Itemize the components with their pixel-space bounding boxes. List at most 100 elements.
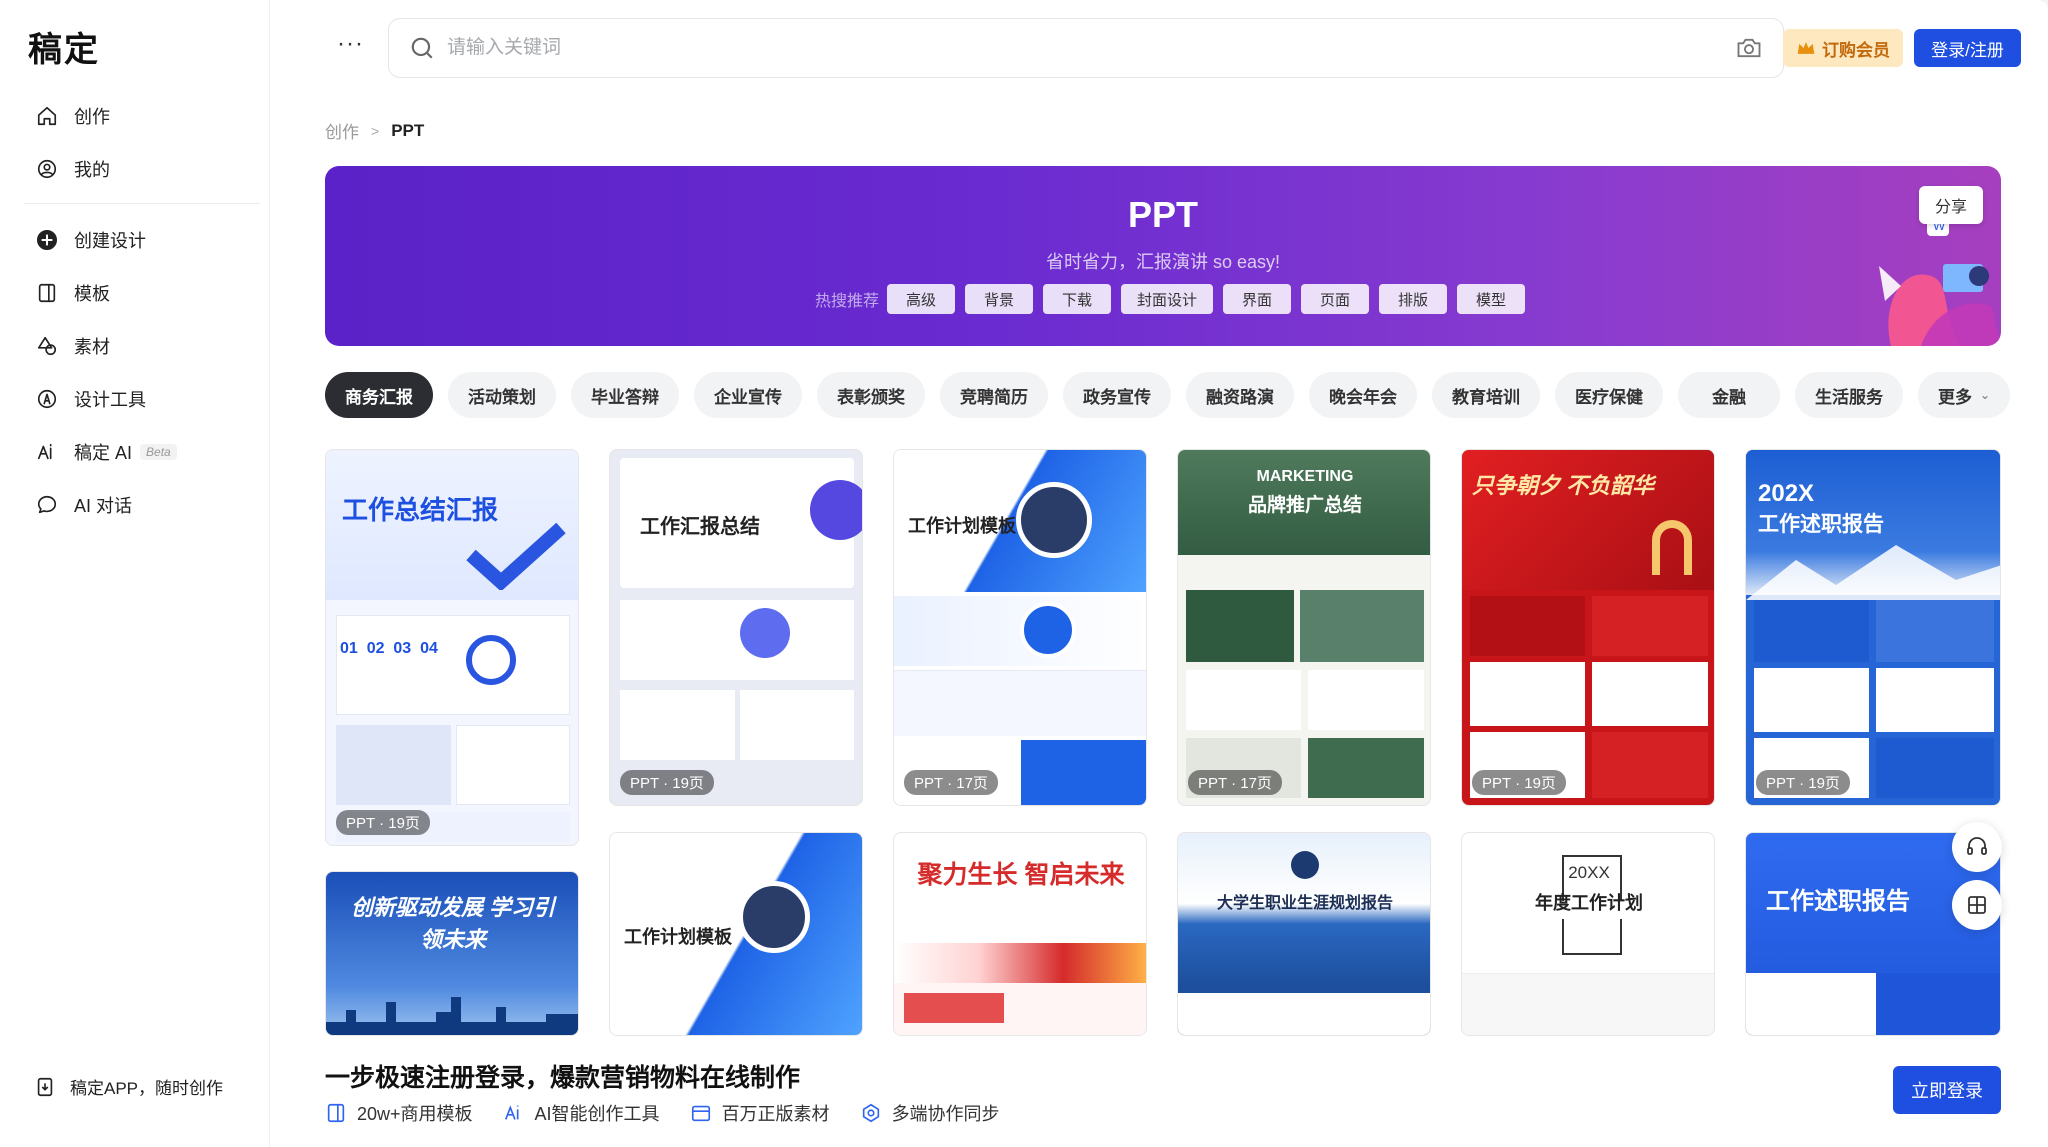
- category-chip[interactable]: 竞聘简历: [940, 372, 1048, 418]
- template-badge: PPT · 17页: [1188, 770, 1282, 795]
- template-card[interactable]: 创新驱动发展 学习引领未来: [325, 871, 579, 1036]
- hero-banner: PPT 省时省力，汇报演讲 so easy! 热搜推荐 高级 背景 下载 封面设…: [325, 166, 2001, 346]
- template-title: 年度工作计划: [1535, 893, 1643, 913]
- category-more-dropdown[interactable]: 更多 ⌄: [1918, 372, 2011, 418]
- promo-feature: 20w+商用模板: [325, 1100, 473, 1126]
- template-card[interactable]: 只争朝夕 不负韶华 PPT · 19页: [1461, 449, 1715, 806]
- sidebar-item-label: 创建设计: [74, 231, 146, 251]
- hot-tag[interactable]: 模型: [1457, 284, 1526, 314]
- app-download-label: 稿定APP，随时创作: [70, 1079, 224, 1098]
- hot-search-row: 热搜推荐 高级 背景 下载 封面设计 界面 页面 排版 模型: [815, 284, 1535, 314]
- hot-tag[interactable]: 高级: [887, 284, 956, 314]
- home-icon: [34, 103, 60, 129]
- sidebar-item-design-tools[interactable]: 设计工具: [24, 375, 260, 423]
- template-title: 品牌推广总结: [1247, 495, 1362, 516]
- category-chip[interactable]: 融资路演: [1186, 372, 1294, 418]
- breadcrumb-root[interactable]: 创作: [325, 118, 359, 143]
- category-chip[interactable]: 教育培训: [1432, 372, 1540, 418]
- headset-icon: [1967, 837, 1987, 855]
- banner-title: PPT: [1127, 194, 1198, 235]
- template-title: 工作述职报告: [1766, 888, 1910, 915]
- promo-feature: 多端协作同步: [860, 1100, 1000, 1126]
- category-chip[interactable]: 生活服务: [1795, 372, 1903, 418]
- template-card[interactable]: 聚力生长 智启未来: [893, 832, 1147, 1036]
- sidebar-item-templates[interactable]: 模板: [24, 269, 260, 317]
- hot-tag[interactable]: 排版: [1379, 284, 1448, 314]
- sidebar-item-materials[interactable]: 素材: [24, 322, 260, 370]
- signup-promo-bar: 一步极速注册登录，爆款营销物料在线制作 20w+商用模板 AI智能创作工具 百万…: [270, 1036, 2048, 1147]
- app-download-link[interactable]: 稿定APP，随时创作: [34, 1074, 223, 1099]
- sidebar-item-ai-chat[interactable]: AI 对话: [24, 481, 260, 529]
- sidebar-item-mine[interactable]: 我的: [24, 145, 260, 193]
- category-chip[interactable]: 企业宣传: [694, 372, 802, 418]
- category-chip[interactable]: 毕业答辩: [571, 372, 679, 418]
- category-chip[interactable]: 金融: [1678, 372, 1780, 418]
- promo-features: 20w+商用模板 AI智能创作工具 百万正版素材 多端协作同步: [325, 1100, 1030, 1126]
- hot-tag[interactable]: 背景: [965, 284, 1034, 314]
- hot-tag[interactable]: 封面设计: [1121, 284, 1214, 314]
- shapes-icon: [34, 333, 60, 359]
- template-card[interactable]: 大学生职业生涯规划报告: [1177, 832, 1431, 1036]
- category-chip[interactable]: 表彰颁奖: [817, 372, 925, 418]
- sidebar-item-label: 素材: [74, 337, 110, 357]
- template-title-top: 20XX: [1568, 863, 1610, 882]
- category-chip[interactable]: 政务宣传: [1063, 372, 1171, 418]
- template-card[interactable]: 工作汇报总结 PPT · 19页: [609, 449, 863, 806]
- customer-service-button[interactable]: [1952, 822, 2002, 872]
- template-title: 聚力生长 智启未来: [917, 861, 1125, 889]
- sidebar: 稿定 创作 我的 创建设计 模板 素材 设计工具 稿定 AI Beta AI 对…: [0, 0, 270, 1147]
- plus-circle-icon: [34, 227, 60, 253]
- breadcrumb: 创作 > PPT: [325, 118, 424, 143]
- layout-toggle-button[interactable]: [1952, 880, 2002, 930]
- vip-label: 订购会员: [1822, 40, 1890, 60]
- template-card[interactable]: 20XX 年度工作计划: [1461, 832, 1715, 1036]
- sidebar-item-label: AI 对话: [74, 496, 133, 516]
- sidebar-item-label: 模板: [74, 284, 110, 304]
- category-chip[interactable]: 晚会年会: [1309, 372, 1417, 418]
- tools-icon: [34, 386, 60, 412]
- category-tabs: 商务汇报 活动策划 毕业答辩 企业宣传 表彰颁奖 竞聘简历 政务宣传 融资路演 …: [325, 372, 2011, 418]
- login-now-button[interactable]: 立即登录: [1893, 1066, 2001, 1114]
- template-card[interactable]: 工作计划模板: [609, 832, 863, 1036]
- hot-tag[interactable]: 下载: [1043, 284, 1112, 314]
- search-icon: [409, 35, 435, 61]
- chevron-down-icon: ⌄: [1980, 388, 1991, 402]
- promo-feature-label: 百万正版素材: [721, 1104, 830, 1124]
- template-badge: PPT · 19页: [1472, 770, 1566, 795]
- share-button[interactable]: 分享: [1919, 186, 1983, 224]
- check-graphic: [466, 522, 566, 590]
- camera-search-icon[interactable]: [1735, 34, 1763, 62]
- template-card[interactable]: 工作计划模板 PPT · 17页: [893, 449, 1147, 806]
- hot-tag[interactable]: 界面: [1223, 284, 1292, 314]
- sidebar-item-label: 我的: [74, 160, 110, 180]
- grid-icon: [1968, 896, 1986, 914]
- category-chip[interactable]: 商务汇报: [325, 372, 433, 418]
- hot-tag[interactable]: 页面: [1301, 284, 1370, 314]
- template-card[interactable]: 工作总结汇报 01 02 03 04 PPT · 19页: [325, 449, 579, 846]
- promo-feature-label: AI智能创作工具: [534, 1104, 660, 1124]
- logo[interactable]: 稿定: [28, 22, 100, 71]
- search-input[interactable]: [447, 37, 1735, 59]
- sidebar-item-create-design[interactable]: 创建设计: [24, 216, 260, 264]
- template-title-en: MARKETING: [1256, 468, 1354, 485]
- chat-icon: [34, 492, 60, 518]
- template-card[interactable]: MARKETING 品牌推广总结 PPT · 17页: [1177, 449, 1431, 806]
- category-chip[interactable]: 医疗保健: [1555, 372, 1663, 418]
- template-card[interactable]: 202X 工作述职报告 PPT · 19页: [1745, 449, 2001, 806]
- sidebar-item-ai[interactable]: 稿定 AI Beta: [24, 428, 260, 476]
- template-badge: PPT · 19页: [336, 810, 430, 835]
- subscribe-vip-button[interactable]: 订购会员: [1783, 29, 1903, 67]
- hot-search-label: 热搜推荐: [815, 293, 880, 310]
- template-badge: PPT · 19页: [620, 770, 714, 795]
- template-title: 工作汇报总结: [640, 516, 760, 538]
- ai-icon: [504, 1105, 519, 1120]
- login-register-button[interactable]: 登录/注册: [1914, 29, 2021, 67]
- banner-subtitle: 省时省力，汇报演讲 so easy!: [1045, 252, 1281, 272]
- category-chip[interactable]: 活动策划: [448, 372, 556, 418]
- app-window: 稿定 创作 我的 创建设计 模板 素材 设计工具 稿定 AI Beta AI 对…: [0, 0, 2048, 1147]
- beta-badge: Beta: [140, 444, 177, 460]
- sidebar-item-label: 稿定 AI: [74, 443, 133, 463]
- more-menu-button[interactable]: ···: [337, 30, 364, 58]
- image-icon: [691, 1105, 710, 1122]
- sidebar-item-create[interactable]: 创作: [24, 92, 260, 140]
